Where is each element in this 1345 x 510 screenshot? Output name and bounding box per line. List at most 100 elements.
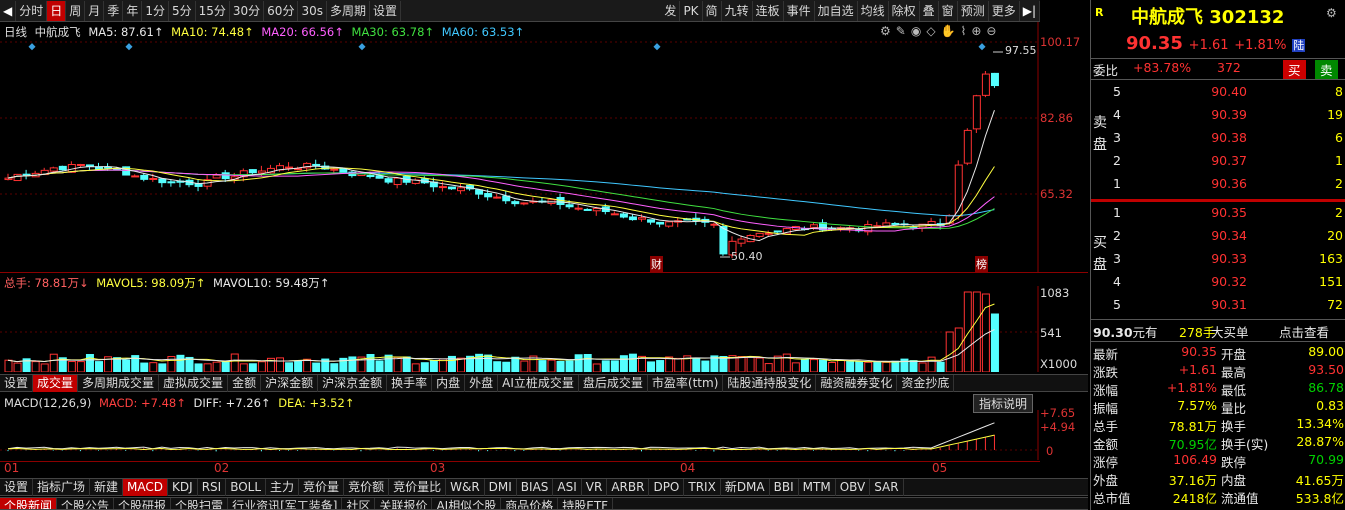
period-11[interactable]: 30s (298, 0, 327, 21)
tabs1-item-0[interactable]: 设置 (0, 375, 34, 392)
tabs1-item-10[interactable]: AI立桩成交量 (498, 375, 579, 392)
tabs2-item-14[interactable]: ASI (553, 479, 582, 496)
tabs2-item-13[interactable]: BIAS (517, 479, 554, 496)
sell-button[interactable]: 卖 (1315, 60, 1338, 79)
tabs2-item-19[interactable]: 新DMA (721, 479, 770, 496)
period-12[interactable]: 多周期 (327, 0, 370, 21)
weicha-value: 372 (1217, 60, 1241, 75)
period-4[interactable]: 季 (104, 0, 124, 21)
tool-11[interactable]: 预测 (958, 0, 989, 21)
tabs3-item-2[interactable]: 个股研报 (114, 498, 172, 509)
buy-button[interactable]: 买 (1283, 60, 1306, 79)
tabs1-item-1[interactable]: 成交量 (33, 375, 79, 392)
tool-7[interactable]: 均线 (858, 0, 889, 21)
bid-level: 4 (1113, 274, 1121, 289)
exit-icon[interactable]: ▶| (1020, 0, 1040, 21)
period-6[interactable]: 1分 (142, 0, 169, 21)
tool-10[interactable]: 窗 (939, 0, 958, 21)
tabs2-item-17[interactable]: DPO (649, 479, 685, 496)
period-0[interactable]: 分时 (16, 0, 48, 21)
period-13[interactable]: 设置 (370, 0, 402, 21)
period-9[interactable]: 30分 (230, 0, 265, 21)
tabs2-item-4[interactable]: KDJ (168, 479, 198, 496)
tool-6[interactable]: 加自选 (815, 0, 858, 21)
period-8[interactable]: 15分 (196, 0, 230, 21)
tabs3-item-3[interactable]: 个股扫雷 (171, 498, 229, 509)
tabs2-item-7[interactable]: 主力 (266, 479, 300, 496)
tabs3-item-5[interactable]: 社区 (342, 498, 376, 509)
stat-value: 86.78 (1308, 380, 1344, 395)
tabs3-item-1[interactable]: 个股公告 (57, 498, 115, 509)
period-10[interactable]: 60分 (264, 0, 299, 21)
tool-4[interactable]: 连板 (753, 0, 784, 21)
tabs2-item-9[interactable]: 竞价额 (344, 479, 390, 496)
tabs2-item-11[interactable]: W&R (446, 479, 485, 496)
month-02: 02 (214, 461, 230, 475)
period-1[interactable]: 日 (47, 0, 67, 21)
tabs1-item-11[interactable]: 盘后成交量 (579, 375, 648, 392)
tabs1-item-12[interactable]: 市盈率(ttm) (648, 375, 724, 392)
volume-chart[interactable] (0, 286, 1040, 372)
stat-row-1: 涨跌 +1.61 最高 93.50 (1091, 362, 1345, 380)
tabs3-item-9[interactable]: 持股ETF (558, 498, 614, 509)
price-axis-mid: 82.86 (1040, 111, 1073, 125)
vol-axis-mid: 541 (1040, 326, 1062, 340)
tabs1-item-13[interactable]: 陆股通持股变化 (723, 375, 817, 392)
big-order-row: 90.30元有 278手 大买单 点击查看 (1091, 322, 1345, 340)
tabs2-item-8[interactable]: 竞价量 (299, 479, 345, 496)
tabs3-item-6[interactable]: 关联报价 (375, 498, 433, 509)
tabs3-item-8[interactable]: 商品价格 (501, 498, 559, 509)
settings-icon[interactable]: ⚙ (1326, 6, 1337, 20)
tool-8[interactable]: 除权 (889, 0, 920, 21)
tabs3-item-0[interactable]: 个股新闻 (0, 498, 58, 509)
tabs1-item-7[interactable]: 换手率 (387, 375, 433, 392)
tabs1-item-6[interactable]: 沪深京金额 (318, 375, 388, 392)
period-3[interactable]: 月 (85, 0, 105, 21)
macd-chart[interactable] (0, 410, 1040, 460)
period-5[interactable]: 年 (123, 0, 143, 21)
tool-2[interactable]: 简 (703, 0, 722, 21)
tool-12[interactable]: 更多 (989, 0, 1020, 21)
tabs2-item-16[interactable]: ARBR (607, 479, 650, 496)
tabs3-item-7[interactable]: AI相似个股 (432, 498, 502, 509)
period-2[interactable]: 周 (66, 0, 86, 21)
tabs1-item-2[interactable]: 多周期成交量 (78, 375, 160, 392)
tabs1-item-5[interactable]: 沪深金额 (261, 375, 319, 392)
tool-3[interactable]: 九转 (722, 0, 753, 21)
tabs1-item-4[interactable]: 金额 (228, 375, 262, 392)
tabs2-item-15[interactable]: VR (582, 479, 608, 496)
tabs1-item-14[interactable]: 融资融券变化 (816, 375, 898, 392)
stock-code: 302132 (1209, 7, 1285, 28)
back-icon[interactable]: ◀ (0, 0, 17, 21)
big-order-link[interactable]: 点击查看 (1279, 322, 1329, 341)
tabs2-item-18[interactable]: TRIX (684, 479, 721, 496)
tabs2-item-2[interactable]: 新建 (90, 479, 124, 496)
tabs2-item-21[interactable]: MTM (799, 479, 836, 496)
tabs2-item-10[interactable]: 竞价量比 (389, 479, 447, 496)
tabs2-item-23[interactable]: SAR (870, 479, 904, 496)
stat-label: 开盘 (1221, 347, 1247, 362)
tabs2-item-12[interactable]: DMI (485, 479, 517, 496)
tool-5[interactable]: 事件 (784, 0, 815, 21)
tabs1-item-8[interactable]: 内盘 (432, 375, 466, 392)
tabs1-item-9[interactable]: 外盘 (465, 375, 499, 392)
kline-chart[interactable] (0, 22, 1090, 272)
tabs2-item-20[interactable]: BBI (770, 479, 799, 496)
tool-9[interactable]: 叠 (920, 0, 939, 21)
tabs2-item-1[interactable]: 指标广场 (33, 479, 91, 496)
big-order-vol: 278手 (1179, 325, 1216, 340)
tabs2-item-3[interactable]: MACD (123, 479, 169, 496)
tool-0[interactable]: 发 (661, 0, 681, 21)
tabs1-item-3[interactable]: 虚拟成交量 (159, 375, 229, 392)
tabs1-item-15[interactable]: 资金抄底 (897, 375, 955, 392)
finance-marker[interactable]: 财 (650, 256, 663, 272)
bid-price: 90.35 (1211, 205, 1247, 220)
period-7[interactable]: 5分 (169, 0, 196, 21)
tabs3-item-4[interactable]: 行业资讯[军工装备] (228, 498, 343, 509)
tabs2-item-5[interactable]: RSI (198, 479, 227, 496)
tabs2-item-22[interactable]: OBV (836, 479, 871, 496)
tool-1[interactable]: PK (680, 0, 703, 21)
tabs2-item-6[interactable]: BOLL (226, 479, 267, 496)
ranking-marker[interactable]: 榜 (975, 256, 988, 272)
tabs2-item-0[interactable]: 设置 (0, 479, 34, 496)
